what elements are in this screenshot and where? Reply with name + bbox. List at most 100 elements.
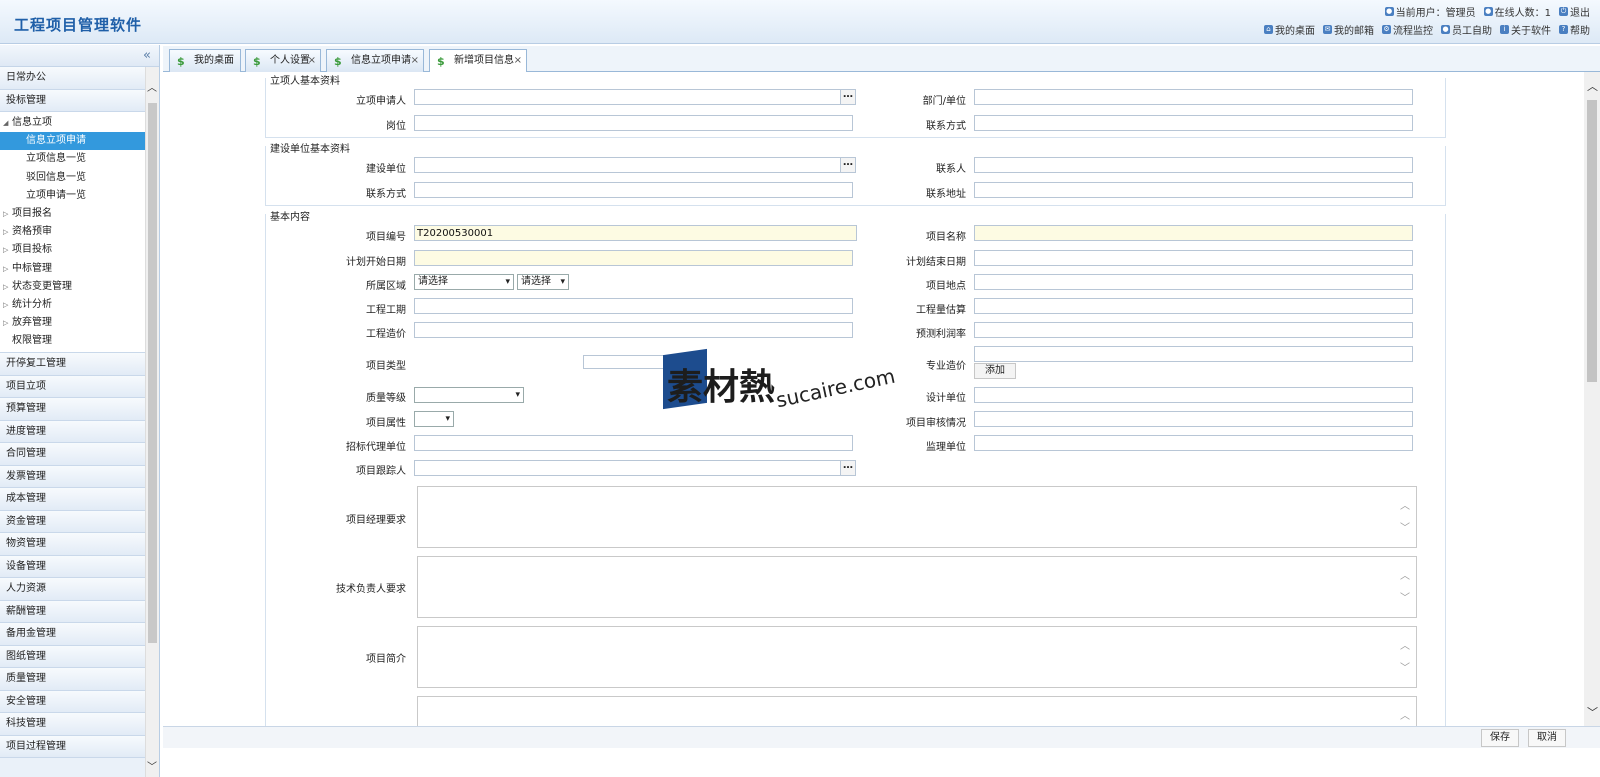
tree-node[interactable]: ▷ 中标管理 (0, 260, 146, 278)
tree-node[interactable]: ▷ 项目投标 (0, 241, 146, 259)
sidebar-group[interactable]: 质量管理 (0, 668, 146, 691)
tracker-picker-button[interactable]: … (840, 460, 856, 476)
tech-req-textarea[interactable]: ︿ ﹀ (417, 556, 1417, 618)
plan-end-input[interactable] (974, 250, 1413, 266)
sidebar-group[interactable]: 发票管理 (0, 465, 146, 489)
sidebar-group[interactable]: 图纸管理 (0, 645, 146, 669)
nav-help[interactable]: ? 帮助 (1559, 22, 1590, 37)
collapsed-triangle-icon: ▷ (3, 264, 9, 273)
tree-node[interactable]: ▷ 统计分析 (0, 296, 146, 314)
cost-input[interactable] (414, 322, 853, 338)
chevron-up-icon[interactable]: ︿ (1400, 637, 1410, 652)
nav-flow-monitor[interactable]: ⚙ 流程监控 (1382, 22, 1433, 37)
quality-select[interactable]: ▾ (414, 387, 524, 403)
sidebar-group-office[interactable]: 日常办公 (0, 67, 146, 90)
project-name-input[interactable] (974, 225, 1413, 241)
chevron-up-icon[interactable]: ︿ (1400, 707, 1410, 722)
chevron-down-icon[interactable]: ﹀ (147, 758, 157, 773)
build-unit-input[interactable] (414, 157, 841, 173)
scrollbar-thumb[interactable] (148, 103, 157, 643)
double-chevron-left-icon[interactable]: « (143, 48, 151, 63)
brief-textarea[interactable]: ︿ ﹀ (417, 626, 1417, 688)
chevron-down-icon[interactable]: ﹀ (1587, 704, 1598, 720)
sidebar-group[interactable]: 项目过程管理 (0, 735, 146, 759)
chevron-down-icon[interactable]: ﹀ (1400, 659, 1410, 674)
tree-leaf-applications[interactable]: 立项申请一览 (0, 187, 146, 205)
cancel-button[interactable]: 取消 (1528, 729, 1566, 747)
tab-new-project[interactable]: $ 新增项目信息 × (429, 49, 527, 73)
chevron-up-icon[interactable]: ︿ (1400, 497, 1410, 512)
tree-leaf-apply[interactable]: 信息立项申请 (0, 132, 146, 151)
close-icon[interactable]: × (411, 50, 419, 72)
chevron-up-icon[interactable]: ︿ (1400, 567, 1410, 582)
save-button[interactable]: 保存 (1481, 729, 1519, 747)
sidebar-group[interactable]: 资金管理 (0, 510, 146, 534)
sidebar-group[interactable]: 进度管理 (0, 420, 146, 444)
design-unit-input[interactable] (974, 387, 1413, 403)
project-no-input[interactable] (414, 225, 857, 241)
manager-req-textarea[interactable]: ︿ ﹀ (417, 486, 1417, 548)
sidebar-collapse-button[interactable]: « (0, 45, 159, 67)
tree-leaf-rejected[interactable]: 驳回信息一览 (0, 169, 146, 187)
add-button[interactable]: 添加 (974, 363, 1016, 379)
build-contact-input[interactable] (414, 182, 853, 198)
next-textarea[interactable]: ︿ (417, 696, 1417, 726)
tab-my-desktop[interactable]: $ 我的桌面 (169, 49, 241, 72)
sidebar-group[interactable]: 安全管理 (0, 690, 146, 714)
sidebar-scrollbar[interactable]: ︿ ﹀ (145, 67, 159, 777)
tree-node[interactable]: ▷ 放弃管理 (0, 314, 146, 332)
sidebar-group[interactable]: 成本管理 (0, 488, 146, 511)
content-scrollbar[interactable]: ︿ ﹀ (1584, 72, 1600, 726)
location-input[interactable] (974, 274, 1413, 290)
post-input[interactable] (414, 115, 853, 131)
dept-input[interactable] (974, 89, 1413, 105)
contact-person-input[interactable] (974, 157, 1413, 173)
tracker-input[interactable] (414, 460, 841, 476)
logout-link[interactable]: ⏻ 退出 (1559, 4, 1590, 19)
period-input[interactable] (414, 298, 853, 314)
sidebar-group[interactable]: 预算管理 (0, 398, 146, 421)
profit-input[interactable] (974, 322, 1413, 338)
sidebar-group[interactable]: 薪酬管理 (0, 600, 146, 624)
sidebar-group[interactable]: 科技管理 (0, 713, 146, 736)
tree-node[interactable]: ▷ 项目报名 (0, 205, 146, 223)
tree-leaf-list[interactable]: 立项信息一览 (0, 150, 146, 168)
nav-about[interactable]: i 关于软件 (1500, 22, 1551, 37)
sidebar-group[interactable]: 项目立项 (0, 375, 146, 399)
region-select-1[interactable]: 请选择 ▾ (414, 274, 514, 290)
review-input[interactable] (974, 411, 1413, 427)
agency-input[interactable] (414, 435, 853, 451)
quantity-input[interactable] (974, 298, 1413, 314)
nav-my-mail[interactable]: ✉ 我的邮箱 (1323, 22, 1374, 37)
close-icon[interactable]: × (308, 50, 316, 72)
address-input[interactable] (974, 182, 1413, 198)
applicant-input[interactable] (414, 89, 841, 105)
chevron-up-icon[interactable]: ︿ (147, 79, 157, 94)
tab-info-apply[interactable]: $ 信息立项申请 × (326, 49, 424, 72)
sidebar-group[interactable]: 备用金管理 (0, 623, 146, 646)
tree-node-permissions[interactable]: 权限管理 (0, 332, 146, 350)
tab-personal-settings[interactable]: $ 个人设置 × (245, 49, 321, 72)
nav-self-service[interactable]: ● 员工自助 (1441, 22, 1492, 37)
sidebar-group[interactable]: 人力资源 (0, 578, 146, 601)
sidebar-group[interactable]: 合同管理 (0, 443, 146, 466)
sidebar-group-bidding[interactable]: 投标管理 (0, 89, 146, 112)
plan-start-input[interactable] (414, 250, 853, 266)
close-icon[interactable]: × (514, 50, 522, 72)
tree-node-info-project[interactable]: ◢ 信息立项 (0, 114, 146, 132)
contact-input[interactable] (974, 115, 1413, 131)
special-cost-input[interactable] (974, 346, 1413, 362)
chevron-down-icon[interactable]: ﹀ (1400, 519, 1410, 534)
region-select-2[interactable]: 请选择 ▾ (517, 274, 569, 290)
tree-node[interactable]: ▷ 资格预审 (0, 223, 146, 241)
tree-node[interactable]: ▷ 状态变更管理 (0, 278, 146, 296)
scrollbar-thumb[interactable] (1587, 100, 1597, 382)
chevron-down-icon[interactable]: ﹀ (1400, 589, 1410, 604)
property-select[interactable]: ▾ (414, 411, 454, 427)
chevron-up-icon[interactable]: ︿ (1587, 78, 1598, 94)
sidebar-group[interactable]: 开停复工管理 (0, 353, 146, 376)
sidebar-group[interactable]: 设备管理 (0, 555, 146, 579)
sidebar-group[interactable]: 物资管理 (0, 533, 146, 556)
nav-my-desktop[interactable]: ⌂ 我的桌面 (1264, 22, 1315, 37)
supervisor-input[interactable] (974, 435, 1413, 451)
